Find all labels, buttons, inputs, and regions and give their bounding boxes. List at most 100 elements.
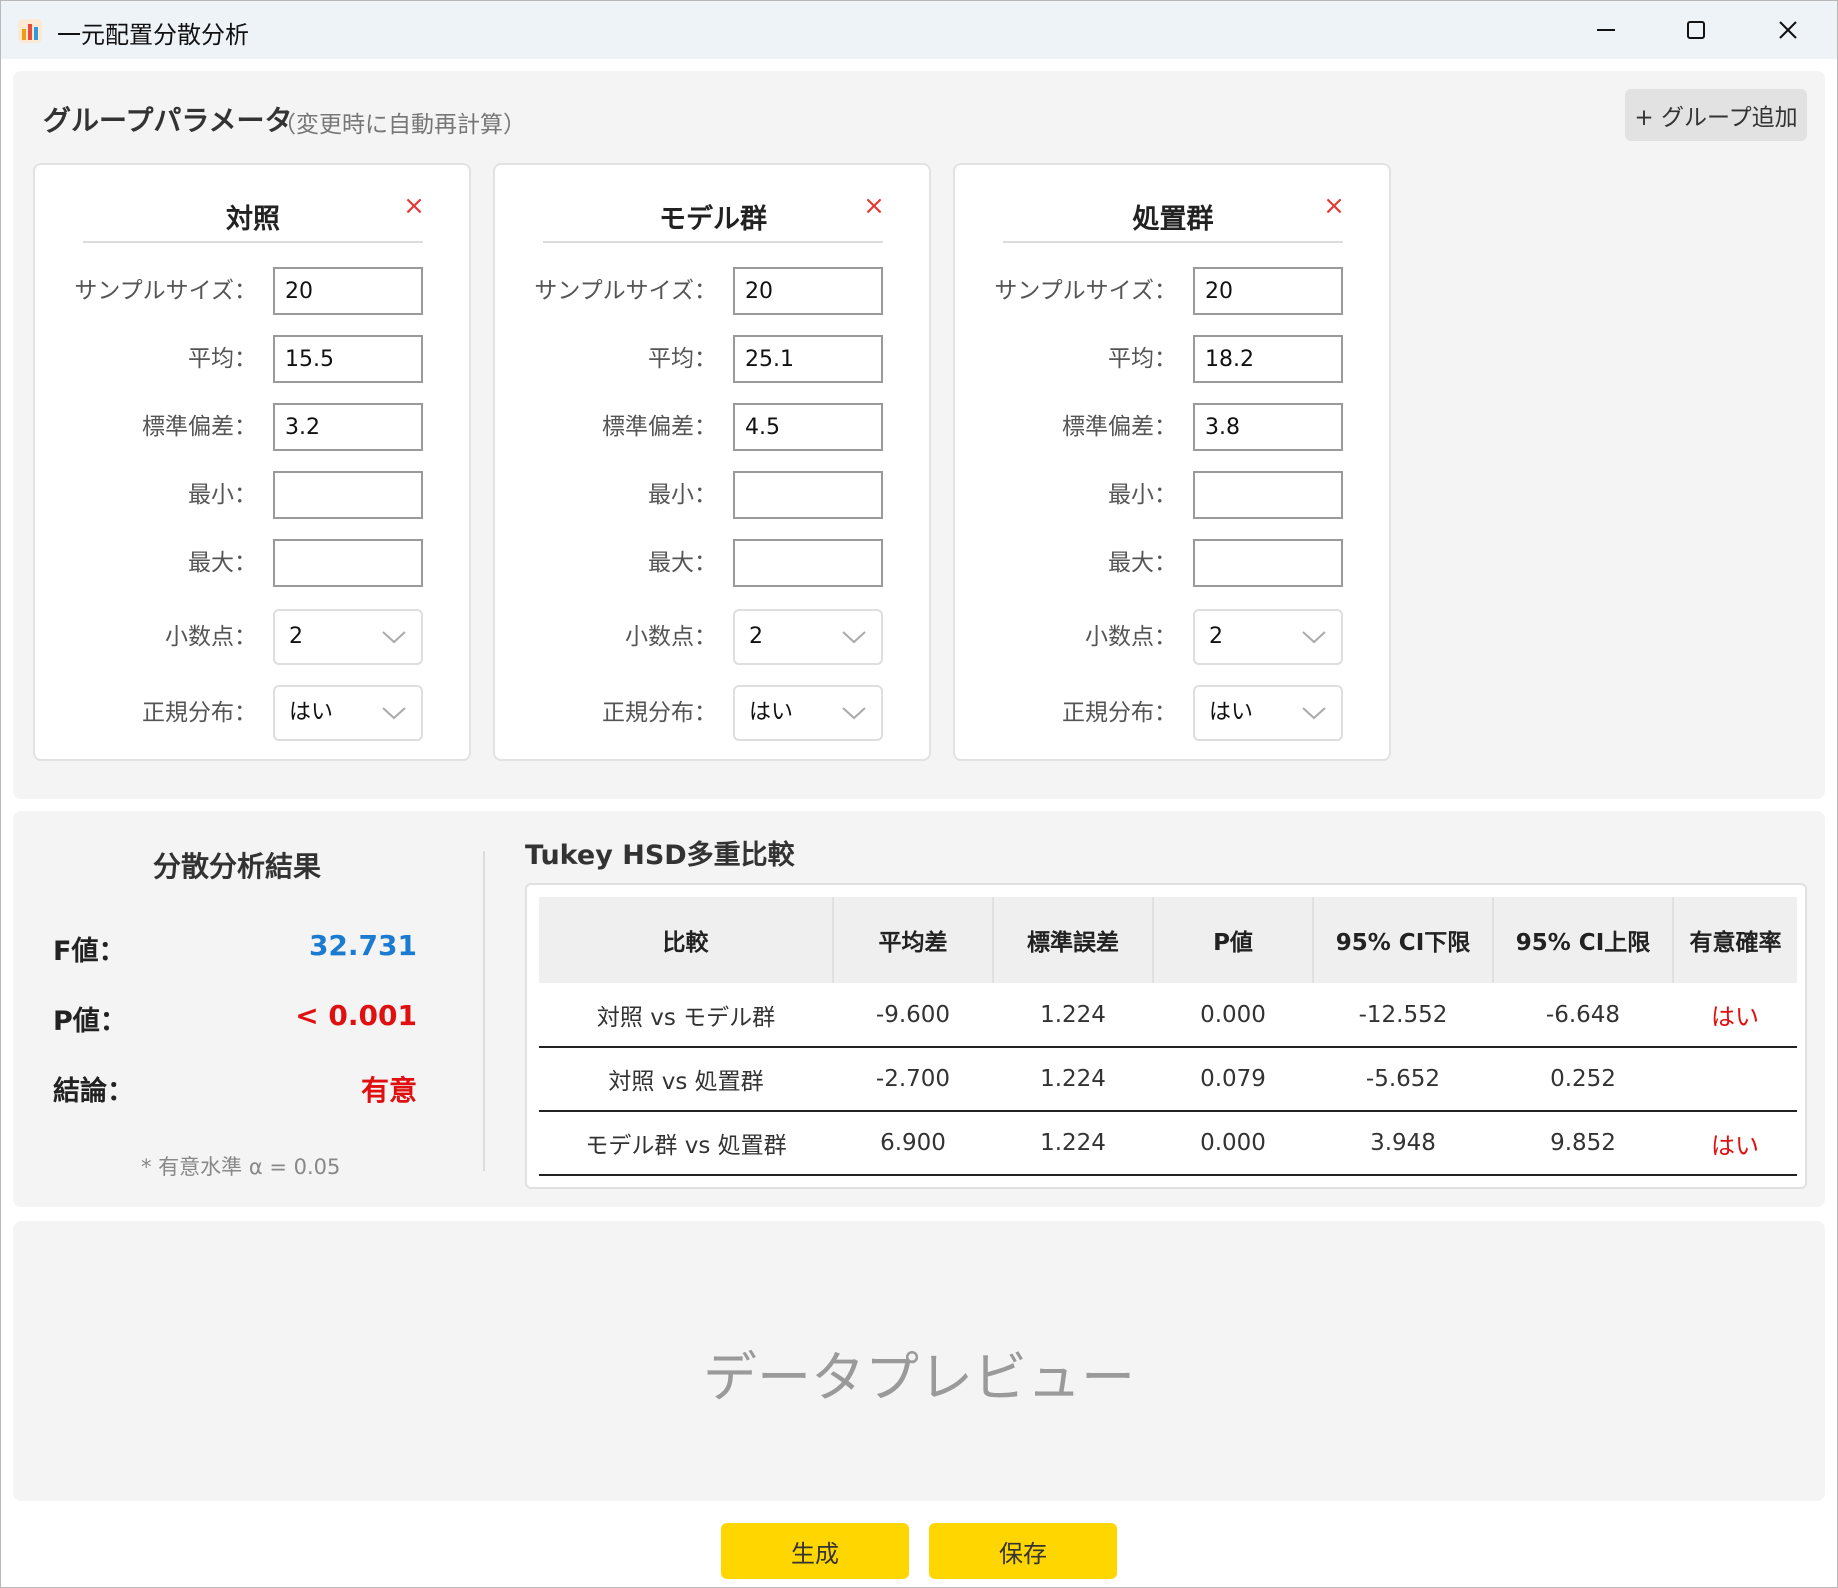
sample-size-input[interactable] [273,267,423,315]
group-card-3: 処置群 × サンプルサイズ： 平均： 標準偏差： 最小： 最大： 小数点： 2 [953,163,1391,761]
mean-input[interactable] [1193,335,1343,383]
cell-p-value: 0.079 [1153,1047,1313,1112]
max-row: 最大： [35,539,473,587]
decimals-label: 小数点： [1085,624,1177,650]
sample-size-row: サンプルサイズ： [495,267,933,315]
mean-label: 平均： [1108,346,1177,372]
results-divider [483,851,485,1171]
decimals-select[interactable]: 2 [1193,609,1343,665]
chevron-down-icon [382,707,406,720]
f-value-label: F値： [53,936,126,967]
sample-size-row: サンプルサイズ： [35,267,473,315]
table-row[interactable]: 対照 vs モデル群 -9.600 1.224 0.000 -12.552 -6… [539,983,1797,1048]
header-comparison[interactable]: 比較 [539,897,834,983]
decimals-select[interactable]: 2 [273,609,423,665]
min-input[interactable] [733,471,883,519]
group-name[interactable]: モデル群 [543,197,883,243]
max-input[interactable] [733,539,883,587]
minimize-icon [1597,29,1615,31]
sample-size-label: サンプルサイズ： [994,278,1177,304]
alpha-note: * 有意水準 α = 0.05 [141,1155,341,1179]
cell-std-error: 1.224 [993,983,1153,1048]
window-title: 一元配置分散分析 [57,21,249,49]
min-row: 最小： [35,471,473,519]
normal-select[interactable]: はい [273,685,423,741]
mean-label: 平均： [648,346,717,372]
maximize-icon [1687,21,1705,39]
max-label: 最大： [188,550,257,576]
remove-group-button[interactable]: × [1319,191,1349,221]
generate-button[interactable]: 生成 [721,1523,909,1579]
sample-size-input[interactable] [733,267,883,315]
decimals-row: 小数点： 2 [35,609,473,665]
remove-group-button[interactable]: × [399,191,429,221]
group-parameters-panel: グループパラメータ （変更時に自動再計算） + グループ追加 対照 × サンプル… [13,71,1825,799]
max-input[interactable] [1193,539,1343,587]
table-row[interactable]: モデル群 vs 処置群 6.900 1.224 0.000 3.948 9.85… [539,1111,1797,1176]
normal-row: 正規分布： はい [495,685,933,741]
sample-size-label: サンプルサイズ： [534,278,717,304]
decimals-select[interactable]: 2 [733,609,883,665]
maximize-button[interactable] [1651,1,1741,59]
sd-input[interactable] [1193,403,1343,451]
mean-input[interactable] [733,335,883,383]
p-value: < 0.001 [295,999,417,1032]
tukey-header-row: 比較 平均差 標準誤差 P値 95% CI下限 95% CI上限 有意確率 [539,897,1797,983]
sd-input[interactable] [273,403,423,451]
params-hint: （変更時に自動再計算） [273,112,526,138]
header-ci-lower[interactable]: 95% CI下限 [1313,897,1494,983]
mean-row: 平均： [495,335,933,383]
header-std-error[interactable]: 標準誤差 [993,897,1154,983]
cell-mean-diff: -9.600 [833,983,993,1048]
sd-label: 標準偏差： [1062,414,1177,440]
table-row[interactable]: 対照 vs 処置群 -2.700 1.224 0.079 -5.652 0.25… [539,1047,1797,1112]
sd-input[interactable] [733,403,883,451]
sample-size-label: サンプルサイズ： [74,278,257,304]
decimals-row: 小数点： 2 [495,609,933,665]
group-name[interactable]: 処置群 [1003,197,1343,243]
cell-comparison: モデル群 vs 処置群 [539,1111,833,1176]
normal-label: 正規分布： [142,700,257,726]
mean-row: 平均： [955,335,1393,383]
sample-size-input[interactable] [1193,267,1343,315]
cell-ci-lower: 3.948 [1313,1111,1493,1176]
anova-title: 分散分析結果 [153,850,322,883]
max-input[interactable] [273,539,423,587]
normal-select[interactable]: はい [1193,685,1343,741]
chevron-down-icon [842,631,866,644]
header-mean-diff[interactable]: 平均差 [833,897,994,983]
cell-std-error: 1.224 [993,1047,1153,1112]
group-name[interactable]: 対照 [83,197,423,243]
sd-label: 標準偏差： [602,414,717,440]
normal-select[interactable]: はい [733,685,883,741]
min-label: 最小： [1108,482,1177,508]
data-preview-panel: データプレビュー [13,1221,1825,1501]
header-significant[interactable]: 有意確率 [1673,897,1797,983]
normal-row: 正規分布： はい [35,685,473,741]
decimals-label: 小数点： [625,624,717,650]
params-title: グループパラメータ [43,104,293,137]
save-button[interactable]: 保存 [929,1523,1117,1579]
close-button[interactable] [1743,1,1833,59]
min-input[interactable] [1193,471,1343,519]
normal-value: はい [289,700,334,725]
header-ci-upper[interactable]: 95% CI上限 [1493,897,1674,983]
cell-significant [1673,1047,1797,1112]
add-group-button[interactable]: + グループ追加 [1625,89,1807,141]
cell-significant: はい [1673,1111,1797,1176]
min-input[interactable] [273,471,423,519]
cell-comparison: 対照 vs 処置群 [539,1047,833,1112]
normal-label: 正規分布： [1062,700,1177,726]
cell-p-value: 0.000 [1153,983,1313,1048]
max-row: 最大： [955,539,1393,587]
remove-group-button[interactable]: × [859,191,889,221]
header-p-value[interactable]: P値 [1153,897,1314,983]
min-row: 最小： [955,471,1393,519]
normal-row: 正規分布： はい [955,685,1393,741]
minimize-button[interactable] [1561,1,1651,59]
cell-ci-lower: -5.652 [1313,1047,1493,1112]
cell-mean-diff: 6.900 [833,1111,993,1176]
min-row: 最小： [495,471,933,519]
mean-input[interactable] [273,335,423,383]
chevron-down-icon [382,631,406,644]
